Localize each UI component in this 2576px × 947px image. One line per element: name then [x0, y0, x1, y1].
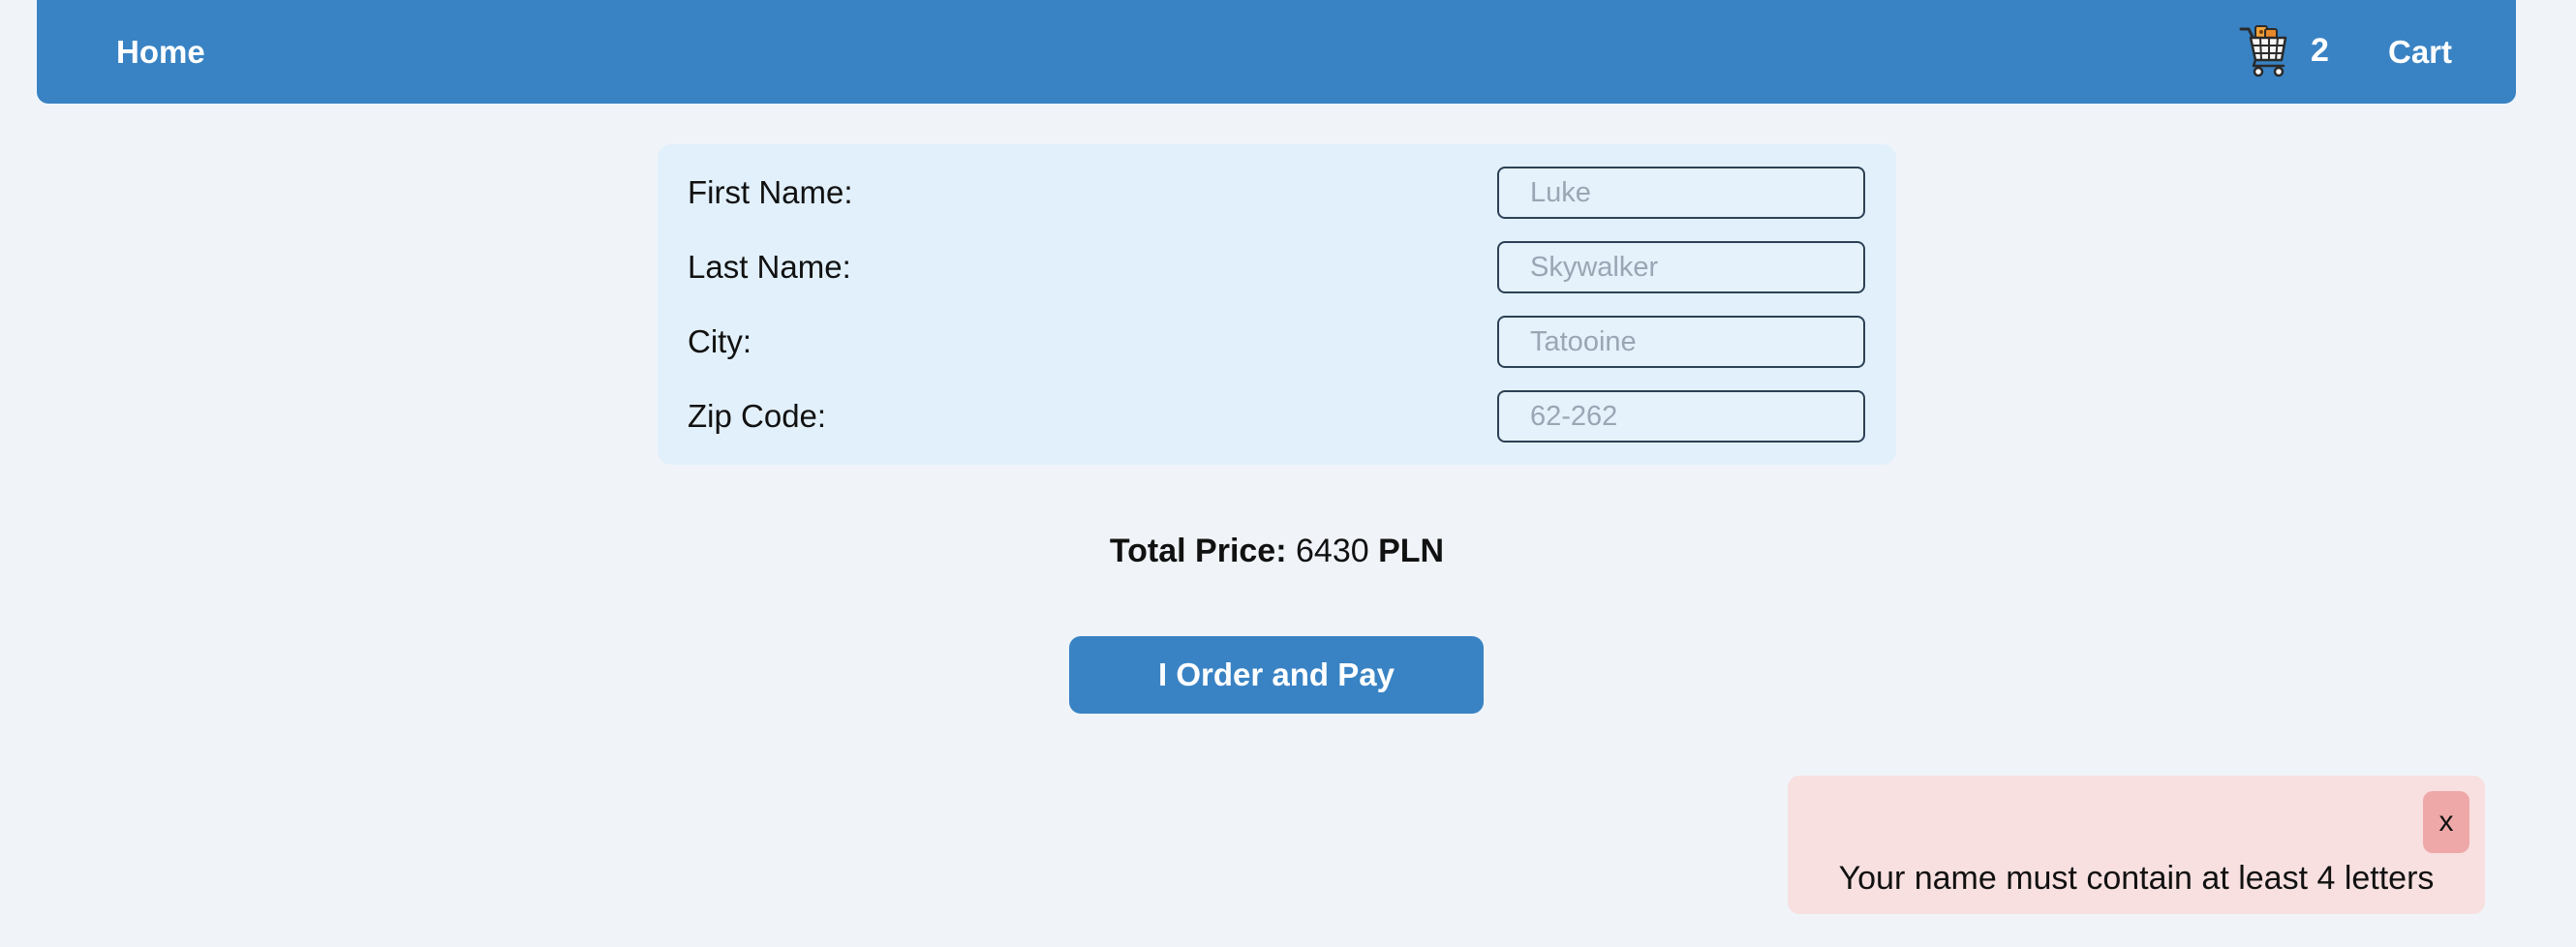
- shopping-cart-icon: [2239, 25, 2287, 77]
- shipping-form: First Name: Last Name: City: Zip Code:: [658, 144, 1896, 465]
- top-navbar: Home 2 Cart: [37, 0, 2516, 104]
- validation-toast: x Your name must contain at least 4 lett…: [1788, 776, 2485, 914]
- nav-cart-link[interactable]: Cart: [2388, 0, 2452, 104]
- last-name-input[interactable]: [1497, 241, 1865, 293]
- zip-code-input[interactable]: [1497, 390, 1865, 443]
- total-price: Total Price: 6430 PLN: [0, 526, 2554, 576]
- nav-home-link[interactable]: Home: [116, 0, 205, 104]
- first-name-label: First Name:: [688, 174, 853, 210]
- form-row-first-name: First Name:: [658, 167, 1896, 219]
- city-label: City:: [688, 323, 751, 359]
- first-name-input[interactable]: [1497, 167, 1865, 219]
- form-row-city: City:: [658, 316, 1896, 368]
- toast-message: Your name must contain at least 4 letter…: [1838, 860, 2435, 897]
- toast-close-button[interactable]: x: [2423, 791, 2469, 853]
- cart-indicator[interactable]: 2: [2239, 23, 2329, 77]
- order-and-pay-button[interactable]: I Order and Pay: [1069, 636, 1484, 714]
- total-price-label: Total Price:: [1109, 533, 1287, 569]
- last-name-label: Last Name:: [688, 249, 851, 285]
- cart-count-badge: 2: [2311, 32, 2329, 69]
- zip-code-label: Zip Code:: [688, 398, 827, 434]
- total-price-amount: 6430: [1296, 533, 1369, 569]
- form-row-zip-code: Zip Code:: [658, 390, 1896, 443]
- city-input[interactable]: [1497, 316, 1865, 368]
- form-row-last-name: Last Name:: [658, 241, 1896, 293]
- total-price-currency: PLN: [1378, 533, 1445, 569]
